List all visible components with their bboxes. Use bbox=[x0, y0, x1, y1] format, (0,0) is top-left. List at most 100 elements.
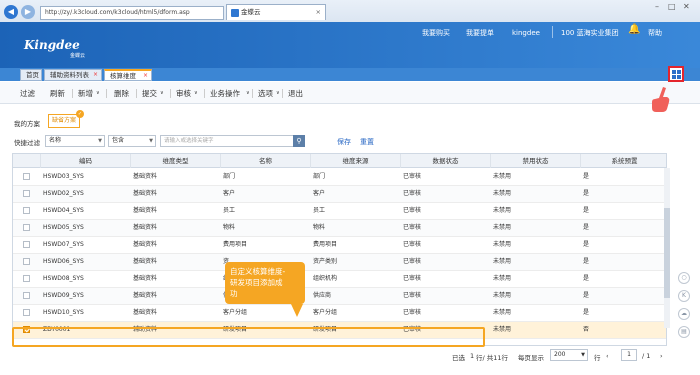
table-row[interactable]: HSWD06_SYS 基础资料资资产类别 已审核 未禁用是 bbox=[13, 254, 666, 271]
per-page-select[interactable]: 200 ▼ bbox=[550, 349, 588, 361]
close-icon[interactable]: × bbox=[143, 71, 148, 81]
table-row[interactable]: HSWD07_SYS 基础资料 费用项目 费用项目 已审核 未禁用 是 bbox=[13, 237, 666, 254]
filter-operator-select[interactable]: 包含 ▼ bbox=[108, 135, 156, 147]
cell-data-status: 已审核 bbox=[403, 241, 422, 248]
scrollbar-thumb[interactable] bbox=[664, 208, 670, 298]
cell-data-status: 已审核 bbox=[403, 224, 422, 231]
minimize-icon[interactable]: – bbox=[655, 2, 659, 11]
user-menu[interactable]: kingdee bbox=[512, 26, 540, 40]
kingdee-k-icon[interactable]: K bbox=[678, 290, 690, 302]
new-button[interactable]: 新增 bbox=[78, 88, 93, 99]
address-bar[interactable]: http://zy/.k3cloud.com/k3cloud/html5/dfo… bbox=[40, 6, 224, 20]
chevron-down-icon[interactable]: ∨ bbox=[276, 90, 280, 96]
row-checkbox[interactable] bbox=[23, 207, 30, 214]
cell-dimension-type: 基础资料 bbox=[133, 258, 158, 265]
row-checkbox[interactable] bbox=[23, 173, 30, 180]
column-header-code[interactable]: 编码 bbox=[41, 154, 131, 168]
table-row[interactable]: HSWD02_SYS 基础资料 客户 客户 已审核 未禁用 是 bbox=[13, 186, 666, 203]
app-tab-bar: 首页 辅助资料列表 × 核算维度 × bbox=[0, 68, 700, 81]
tab-aux-data-list[interactable]: 辅助资料列表 × bbox=[44, 69, 102, 81]
buy-link[interactable]: 我要购买 bbox=[422, 26, 450, 40]
close-icon[interactable]: × bbox=[93, 70, 98, 80]
chat-icon[interactable]: ○ bbox=[678, 272, 690, 284]
cell-disable-status: 未禁用 bbox=[493, 224, 512, 231]
cell-system-preset: 是 bbox=[583, 207, 590, 214]
chevron-down-icon[interactable]: ∨ bbox=[96, 90, 100, 96]
cell-data-status: 已审核 bbox=[403, 173, 422, 180]
cell-data-status: 已审核 bbox=[403, 207, 422, 214]
cloud-icon[interactable]: ☁ bbox=[678, 308, 690, 320]
doc-icon[interactable]: ▤ bbox=[678, 326, 690, 338]
divider bbox=[170, 89, 171, 98]
row-checkbox[interactable] bbox=[23, 224, 30, 231]
help-link[interactable]: 帮助 bbox=[648, 26, 662, 40]
cell-name: 部门 bbox=[223, 173, 236, 180]
vertical-scrollbar[interactable] bbox=[664, 168, 670, 328]
close-icon[interactable]: × bbox=[316, 5, 321, 20]
callout-line: 功 bbox=[230, 289, 238, 298]
rows-label: 行 bbox=[594, 354, 601, 362]
cell-system-preset: 是 bbox=[583, 173, 590, 180]
default-scheme-button[interactable]: 缺省方案 bbox=[48, 114, 80, 128]
row-checkbox[interactable] bbox=[23, 241, 30, 248]
chevron-right-icon[interactable]: › bbox=[660, 352, 663, 360]
filter-keyword-input[interactable]: 请输入或选择关键字 bbox=[160, 135, 305, 147]
delete-button[interactable]: 删除 bbox=[114, 88, 129, 99]
tab-accounting-dimension[interactable]: 核算维度 × bbox=[104, 69, 152, 81]
cell-code: HSWD06_SYS bbox=[43, 258, 84, 265]
submit-button[interactable]: 提交 bbox=[142, 88, 157, 99]
search-icon[interactable]: ⚲ bbox=[293, 135, 305, 147]
column-header-dimension-source[interactable]: 维度来源 bbox=[311, 154, 401, 168]
filter-field-select[interactable]: 名称 ▼ bbox=[45, 135, 105, 147]
refresh-button[interactable]: 刷新 bbox=[50, 88, 65, 99]
chevron-down-icon[interactable]: ∨ bbox=[160, 90, 164, 96]
row-checkbox[interactable] bbox=[23, 292, 30, 299]
business-ops-button[interactable]: 业务操作 bbox=[210, 88, 240, 99]
org-selector[interactable]: 100 蓝海实业集团 bbox=[561, 26, 619, 40]
row-checkbox[interactable] bbox=[23, 190, 30, 197]
tab-label: 核算维度 bbox=[110, 72, 136, 80]
arrow-right-icon[interactable]: ▶ bbox=[21, 5, 35, 19]
reset-filter-link[interactable]: 重置 bbox=[360, 137, 374, 147]
column-header-disable-status[interactable]: 禁用状态 bbox=[491, 154, 581, 168]
app-header: Kingdee 金蝶云 我要购买 我要提单 kingdee 100 蓝海实业集团… bbox=[0, 22, 700, 77]
save-filter-link[interactable]: 保存 bbox=[337, 137, 351, 147]
maximize-icon[interactable]: □ bbox=[668, 2, 676, 11]
cell-system-preset: 是 bbox=[583, 275, 590, 282]
audit-button[interactable]: 审核 bbox=[176, 88, 191, 99]
table-row[interactable]: HSWD05_SYS 基础资料 物料 物料 已审核 未禁用 是 bbox=[13, 220, 666, 237]
column-header-system-preset[interactable]: 系统预置 bbox=[581, 154, 666, 168]
table-row[interactable]: HSWD09_SYS基础资料供供应商已审核未禁用是 bbox=[13, 288, 666, 305]
column-header-data-status[interactable]: 数据状态 bbox=[401, 154, 491, 168]
chevron-down-icon[interactable]: ∨ bbox=[246, 90, 250, 96]
row-checkbox[interactable] bbox=[23, 258, 30, 265]
filter-button[interactable]: 过滤 bbox=[20, 88, 35, 99]
row-checkbox[interactable] bbox=[23, 275, 30, 282]
chevron-left-icon[interactable]: ‹ bbox=[606, 352, 609, 360]
bell-icon[interactable]: 🔔 bbox=[628, 24, 640, 35]
cell-system-preset: 是 bbox=[583, 258, 590, 265]
close-window-icon[interactable]: ✕ bbox=[683, 2, 690, 11]
total-rows: 行/ 共11行 bbox=[476, 354, 509, 362]
options-button[interactable]: 选项 bbox=[258, 88, 273, 99]
arrow-left-icon[interactable]: ◀ bbox=[4, 5, 18, 19]
exit-button[interactable]: 退出 bbox=[288, 88, 303, 99]
cell-code: HSWD10_SYS bbox=[43, 309, 84, 316]
row-checkbox[interactable] bbox=[23, 309, 30, 316]
divider bbox=[282, 89, 283, 98]
submit-ticket-link[interactable]: 我要提单 bbox=[466, 26, 494, 40]
per-page-label: 每页显示 bbox=[518, 354, 544, 362]
chevron-down-icon[interactable]: ∨ bbox=[194, 90, 198, 96]
tab-home[interactable]: 首页 bbox=[20, 69, 42, 81]
success-callout: 自定义核算维度- 研发项目添加成 功 bbox=[225, 262, 305, 317]
layout-toggle-button[interactable] bbox=[668, 66, 684, 82]
table-row[interactable]: HSWD08_SYS基础资料组组织机构已审核未禁用是 bbox=[13, 271, 666, 288]
browser-tab[interactable]: 金蝶云 × bbox=[226, 4, 326, 20]
column-header-name[interactable]: 名称 bbox=[221, 154, 311, 168]
column-header-dimension-type[interactable]: 维度类型 bbox=[131, 154, 221, 168]
table-row[interactable]: HSWD03_SYS 基础资料 部门 部门 已审核 未禁用 是 bbox=[13, 169, 666, 186]
page-input[interactable]: 1 bbox=[621, 349, 637, 361]
table-row[interactable]: HSWD04_SYS 基础资料 员工 员工 已审核 未禁用 是 bbox=[13, 203, 666, 220]
table-row[interactable]: HSWD10_SYS 基础资料 客户分组 客户分组 已审核 未禁用是 bbox=[13, 305, 666, 322]
cell-disable-status: 未禁用 bbox=[493, 241, 512, 248]
